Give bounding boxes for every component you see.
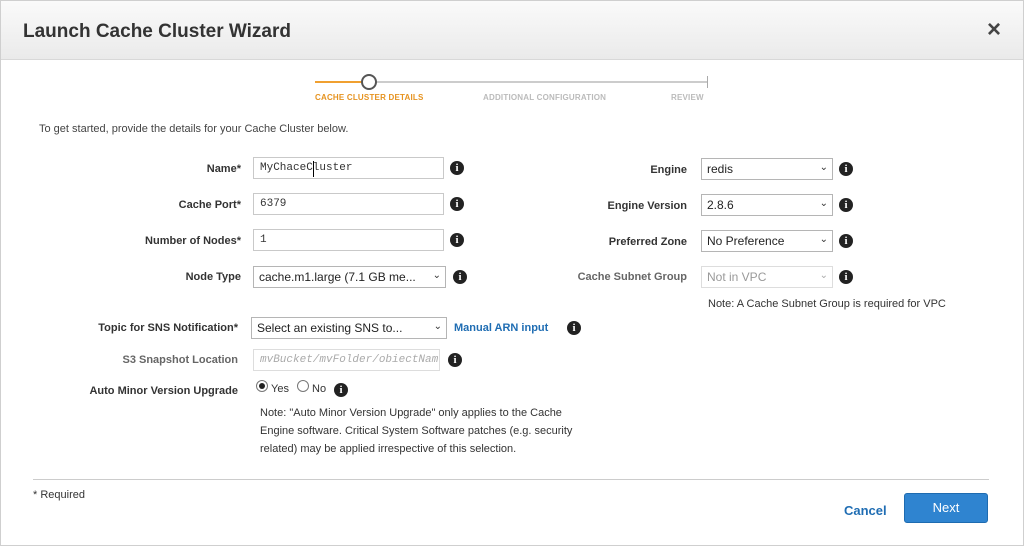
sns-topic-value: Select an existing SNS to... (257, 321, 403, 335)
number-of-nodes-field[interactable]: 1 (253, 229, 444, 251)
progress-end-tick (707, 76, 708, 88)
s3-snapshot-label: S3 Snapshot Location (122, 354, 238, 366)
auto-minor-yes-radio[interactable] (256, 380, 268, 392)
dialog-header: Launch Cache Cluster Wizard × (1, 1, 1023, 60)
chevron-down-icon: ⌄ (819, 270, 828, 281)
cache-subnet-group-value: Not in VPC (707, 270, 767, 284)
engine-value: redis (707, 162, 734, 176)
sns-info-icon[interactable]: i (567, 321, 581, 335)
step-cache-cluster-details: CACHE CLUSTER DETAILS (315, 93, 424, 102)
step-review: REVIEW (671, 93, 704, 102)
required-note: * Required (33, 489, 85, 501)
cache-subnet-group-label: Cache Subnet Group (577, 271, 687, 283)
engine-version-select[interactable]: 2.8.6 ⌄ (701, 194, 833, 216)
dialog-title: Launch Cache Cluster Wizard (23, 21, 291, 42)
name-field[interactable]: MyChaceCluster (253, 157, 444, 179)
auto-minor-note-line-3: related) may be applied irrespective of … (260, 443, 517, 455)
cache-port-info-icon[interactable]: i (450, 197, 464, 211)
sns-topic-select[interactable]: Select an existing SNS to... ⌄ (251, 317, 447, 339)
current-step-marker (361, 74, 377, 90)
text-cursor (313, 161, 314, 177)
name-info-icon[interactable]: i (450, 161, 464, 175)
auto-minor-note-line-2: Engine software. Critical System Softwar… (260, 425, 573, 437)
node-type-label: Node Type (185, 271, 241, 283)
step-additional-configuration: ADDITIONAL CONFIGURATION (483, 93, 607, 102)
chevron-down-icon: ⌄ (432, 270, 441, 281)
auto-minor-info-icon[interactable]: i (334, 383, 348, 397)
close-icon[interactable]: × (987, 15, 1001, 45)
manual-arn-input-link[interactable]: Manual ARN input (454, 322, 548, 334)
auto-minor-no-label[interactable]: No (312, 383, 326, 395)
engine-info-icon[interactable]: i (839, 162, 853, 176)
preferred-zone-info-icon[interactable]: i (839, 234, 853, 248)
chevron-down-icon: ⌄ (433, 321, 442, 332)
intro-text: To get started, provide the details for … (39, 123, 349, 135)
preferred-zone-value: No Preference (707, 234, 785, 248)
preferred-zone-label: Preferred Zone (608, 236, 687, 248)
sns-topic-label: Topic for SNS Notification* (98, 322, 238, 334)
cache-port-label: Cache Port* (178, 199, 241, 211)
auto-minor-note-line-1: Note: "Auto Minor Version Upgrade" only … (260, 407, 562, 419)
engine-version-value: 2.8.6 (707, 198, 734, 212)
node-type-value: cache.m1.large (7.1 GB me... (259, 270, 416, 284)
engine-version-label: Engine Version (607, 200, 687, 212)
preferred-zone-select[interactable]: No Preference ⌄ (701, 230, 833, 252)
cancel-button[interactable]: Cancel (844, 503, 887, 518)
auto-minor-yes-label[interactable]: Yes (271, 383, 289, 395)
subnet-vpc-note: Note: A Cache Subnet Group is required f… (708, 298, 946, 310)
number-of-nodes-info-icon[interactable]: i (450, 233, 464, 247)
cache-subnet-group-info-icon[interactable]: i (839, 270, 853, 284)
name-label: Name* (206, 163, 241, 175)
node-type-select[interactable]: cache.m1.large (7.1 GB me... ⌄ (253, 266, 446, 288)
node-type-info-icon[interactable]: i (453, 270, 467, 284)
cache-port-field[interactable]: 6379 (253, 193, 444, 215)
engine-label: Engine (650, 164, 687, 176)
wizard-dialog: Launch Cache Cluster Wizard × CACHE CLUS… (0, 0, 1024, 546)
footer-divider (33, 479, 989, 480)
progress-bar-done (315, 81, 365, 83)
s3-snapshot-field[interactable]: mvBucket/mvFolder/obiectNam (253, 349, 440, 371)
engine-version-info-icon[interactable]: i (839, 198, 853, 212)
chevron-down-icon: ⌄ (819, 162, 828, 173)
wizard-progress: CACHE CLUSTER DETAILS ADDITIONAL CONFIGU… (313, 73, 713, 107)
auto-minor-no-radio[interactable] (297, 380, 309, 392)
progress-bar-remaining (365, 81, 707, 83)
s3-snapshot-info-icon[interactable]: i (448, 353, 462, 367)
cache-subnet-group-select: Not in VPC ⌄ (701, 266, 833, 288)
chevron-down-icon: ⌄ (819, 234, 828, 245)
engine-select[interactable]: redis ⌄ (701, 158, 833, 180)
next-button[interactable]: Next (904, 493, 988, 523)
number-of-nodes-label: Number of Nodes* (145, 235, 241, 247)
auto-minor-upgrade-label: Auto Minor Version Upgrade (89, 385, 238, 397)
chevron-down-icon: ⌄ (819, 198, 828, 209)
